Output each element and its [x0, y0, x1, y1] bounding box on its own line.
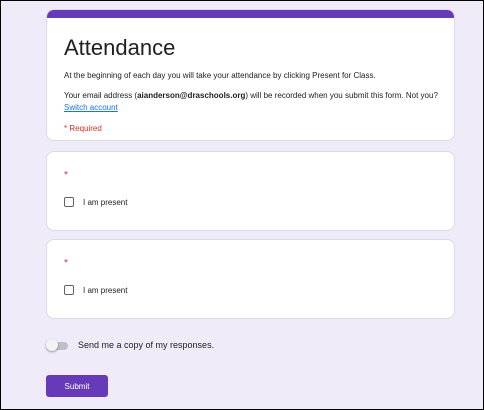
checkbox-label: I am present — [83, 285, 128, 295]
checkbox-option[interactable]: I am present — [64, 285, 127, 295]
header-accent-bar — [47, 10, 454, 18]
copy-responses-toggle[interactable] — [46, 339, 68, 351]
checkbox-option[interactable]: I am present — [64, 197, 127, 207]
required-asterisk: * — [64, 258, 68, 269]
checkbox[interactable] — [64, 285, 74, 295]
form-title: Attendance — [64, 35, 176, 60]
copy-responses-row: Send me a copy of my responses. — [46, 339, 214, 351]
user-email: aianderson@draschools.org — [137, 91, 246, 100]
checkbox-label: I am present — [83, 197, 128, 207]
question-card: * I am present — [46, 239, 455, 319]
checkbox[interactable] — [64, 197, 74, 207]
form-description: At the beginning of each day you will ta… — [64, 71, 376, 80]
form-page: Attendance At the beginning of each day … — [0, 0, 484, 410]
required-asterisk: * — [64, 170, 68, 181]
copy-responses-label: Send me a copy of my responses. — [78, 340, 215, 350]
question-card: * I am present — [46, 151, 455, 231]
submit-button[interactable]: Submit — [46, 375, 108, 397]
form-header-card: Attendance At the beginning of each day … — [46, 9, 455, 141]
required-note: * Required — [64, 124, 102, 133]
email-notice: Your email address (aianderson@draschool… — [64, 90, 444, 114]
toggle-thumb — [46, 339, 58, 351]
email-notice-prefix: Your email address ( — [64, 91, 138, 100]
switch-account-link[interactable]: Switch account — [64, 103, 118, 112]
email-notice-suffix: ) will be recorded when you submit this … — [245, 91, 438, 100]
